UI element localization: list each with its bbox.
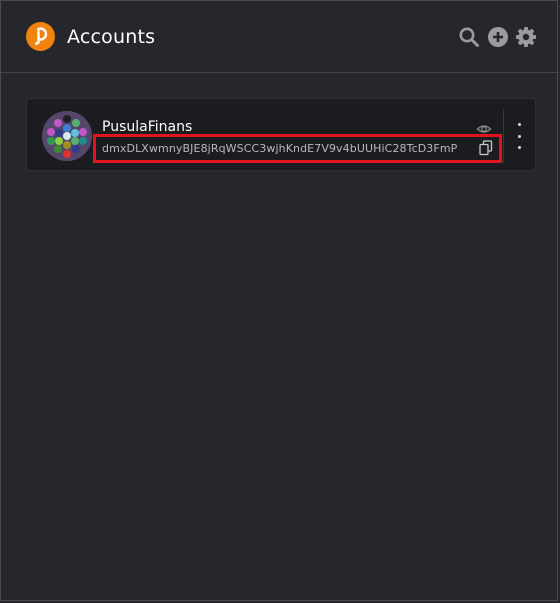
- address-highlight-box: [93, 134, 502, 163]
- more-dot: [517, 146, 521, 149]
- settings-gear-icon[interactable]: [515, 26, 537, 48]
- identicon-avatar: [42, 111, 92, 161]
- copy-icon[interactable]: [479, 140, 493, 156]
- more-options-icon[interactable]: [511, 123, 527, 149]
- add-account-icon[interactable]: [487, 26, 509, 48]
- more-dot: [517, 123, 521, 126]
- header-bar: Accounts: [1, 1, 559, 73]
- account-card[interactable]: PusulaFinans dmxDLXwmnyBJE8jRqWSCC3wjhKn…: [26, 98, 536, 171]
- search-icon[interactable]: [458, 26, 480, 48]
- polkadot-logo-icon: [26, 22, 55, 51]
- eye-icon[interactable]: [476, 121, 492, 137]
- popup-frame: [0, 0, 558, 601]
- page-title: Accounts: [67, 26, 156, 48]
- more-dot: [517, 134, 521, 138]
- card-divider: [503, 109, 504, 163]
